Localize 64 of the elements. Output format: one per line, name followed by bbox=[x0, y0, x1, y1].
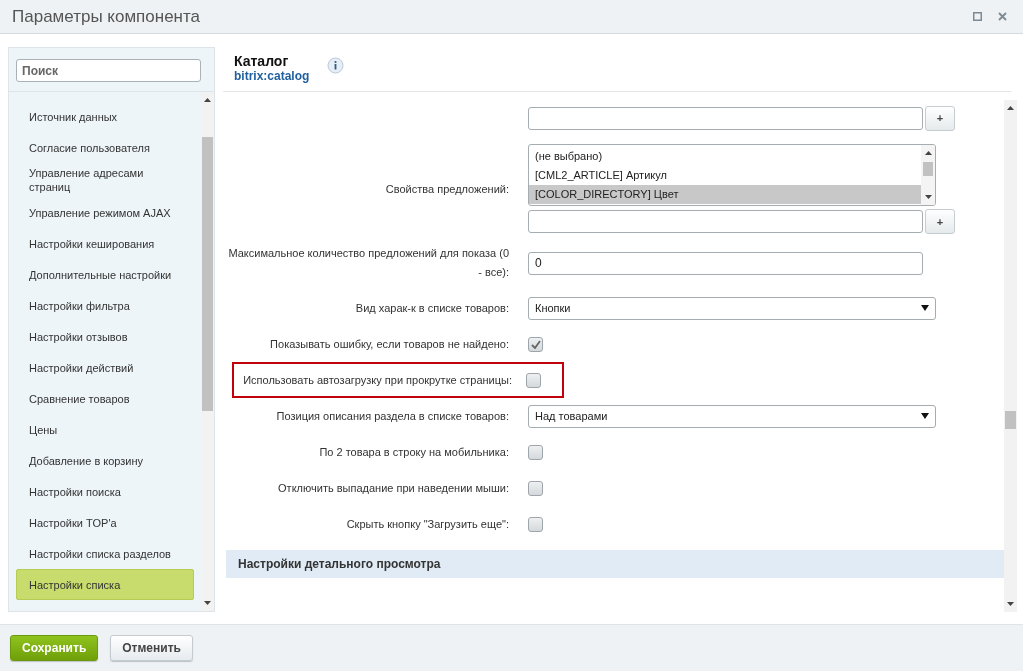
checkbox[interactable] bbox=[528, 444, 543, 460]
scroll-up-icon[interactable] bbox=[923, 149, 933, 158]
scroll-thumb[interactable] bbox=[202, 137, 213, 411]
maximize-icon[interactable] bbox=[973, 12, 982, 21]
caret-icon bbox=[921, 413, 929, 419]
sidebar-item[interactable]: Сравнение товаров bbox=[16, 383, 194, 414]
sidebar-item[interactable]: Настройки списка bbox=[16, 569, 194, 600]
number-field[interactable]: 0 bbox=[528, 251, 923, 275]
sidebar-item[interactable]: Настройки списка разделов bbox=[16, 538, 194, 569]
list-box[interactable]: (не выбрано) [CML2_ARTICLE] Артикул [COLOR_DIRECTORY] Цвет bbox=[528, 144, 936, 206]
dropdown[interactable]: Кнопки bbox=[528, 296, 936, 320]
field-label: Позиция описания раздела в списке товаров: bbox=[276, 408, 509, 424]
scroll-thumb[interactable] bbox=[923, 162, 933, 176]
sidebar-item[interactable]: Настройки кеширования bbox=[16, 228, 194, 259]
checkbox[interactable] bbox=[528, 336, 543, 352]
scroll-up-icon[interactable] bbox=[1006, 104, 1015, 113]
scrollbar[interactable] bbox=[921, 145, 935, 205]
sidebar-item[interactable]: Настройки действий bbox=[16, 352, 194, 383]
list-option[interactable]: [CML2_ARTICLE] Артикул bbox=[529, 166, 921, 185]
sidebar-item[interactable]: Настройки поиска bbox=[16, 476, 194, 507]
add-button[interactable]: + bbox=[925, 105, 955, 131]
text-field[interactable] bbox=[528, 210, 923, 233]
scroll-down-icon[interactable] bbox=[923, 192, 933, 201]
dropdown[interactable]: Над товарами bbox=[528, 404, 936, 428]
scroll-down-icon[interactable] bbox=[203, 598, 212, 607]
sidebar-item[interactable]: Цены bbox=[16, 414, 194, 445]
sidebar-item[interactable]: Добавление в корзину bbox=[16, 445, 194, 476]
checkbox[interactable] bbox=[526, 372, 541, 388]
search-field[interactable]: Поиск bbox=[16, 59, 201, 82]
scroll-up-icon[interactable] bbox=[203, 96, 212, 105]
section-header[interactable]: Настройки детального просмотра bbox=[226, 550, 1004, 578]
sidebar-item[interactable]: Настройки отзывов bbox=[16, 321, 194, 352]
sidebar-item[interactable]: Управление адресами страниц bbox=[16, 163, 194, 197]
field-label: Использовать автозагрузку при прокрутке страницы: bbox=[243, 372, 512, 388]
scrollbar[interactable] bbox=[201, 92, 214, 611]
text-field[interactable] bbox=[528, 106, 923, 130]
field-label: Свойства предложений: bbox=[385, 181, 509, 197]
caret-icon bbox=[921, 305, 929, 311]
checkbox[interactable] bbox=[528, 516, 543, 532]
sidebar-item[interactable]: Источник данных bbox=[16, 101, 194, 132]
field-label: Вид харак-к в списке товаров: bbox=[355, 300, 509, 316]
field-label: Отключить выпадание при наведении мыши: bbox=[278, 480, 509, 496]
field-label: Максимальное количество предложений для показа (0 - все): bbox=[228, 246, 509, 280]
field-label: По 2 товара в строку на мобильника: bbox=[319, 444, 509, 460]
field-label: Показывать ошибку, если товаров не найдено: bbox=[270, 336, 509, 352]
scroll-down-icon[interactable] bbox=[1006, 599, 1015, 608]
sidebar-item[interactable]: Согласие пользователя bbox=[16, 132, 194, 163]
cancel-button[interactable]: Отменить bbox=[110, 635, 193, 661]
component-title: Каталог bbox=[234, 53, 290, 69]
checkbox[interactable] bbox=[528, 480, 543, 496]
window-title: Параметры компонента bbox=[12, 6, 202, 27]
close-icon[interactable] bbox=[998, 12, 1007, 21]
add-button[interactable]: + bbox=[925, 209, 955, 234]
scroll-thumb[interactable] bbox=[1005, 411, 1016, 429]
component-code: bitrix:catalog bbox=[234, 69, 310, 83]
sidebar-item[interactable]: Дополнительные настройки bbox=[16, 259, 194, 290]
sidebar-item[interactable]: Настройки TOP'а bbox=[16, 507, 194, 538]
field-label: Скрыть кнопку "Загрузить еще": bbox=[346, 516, 509, 532]
sidebar-item[interactable]: Управление режимом AJAX bbox=[16, 197, 194, 228]
scrollbar[interactable] bbox=[1004, 100, 1017, 612]
info-icon[interactable] bbox=[327, 57, 345, 74]
sidebar-item[interactable]: Настройки фильтра bbox=[16, 290, 194, 321]
list-option[interactable]: [COLOR_DIRECTORY] Цвет bbox=[529, 185, 921, 204]
list-option[interactable]: (не выбрано) bbox=[529, 147, 921, 166]
